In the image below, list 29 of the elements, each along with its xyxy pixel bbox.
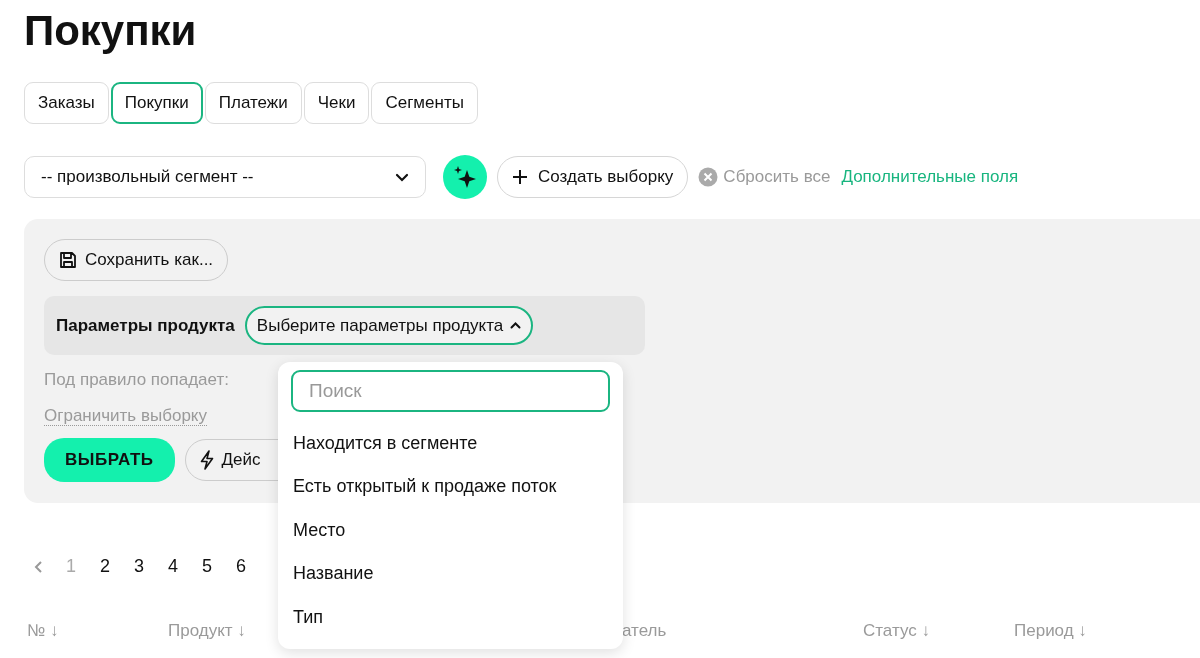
lightning-icon <box>199 449 214 470</box>
page-number[interactable]: 3 <box>134 553 145 581</box>
segment-select[interactable]: -- произвольный сегмент -- <box>24 156 426 199</box>
page-number[interactable]: 5 <box>202 553 213 581</box>
chevron-up-icon <box>510 321 522 329</box>
chevron-down-icon <box>395 172 409 182</box>
parameter-label: Параметры продукта <box>56 314 235 337</box>
parameter-select[interactable]: Выберите параметры продукта <box>244 305 534 346</box>
tab[interactable]: Сегменты <box>371 82 478 125</box>
chevron-left-icon[interactable] <box>34 559 44 574</box>
plus-icon <box>512 169 528 186</box>
tab[interactable]: Заказы <box>24 82 109 125</box>
dropdown-item[interactable]: Место <box>291 508 610 553</box>
dropdown-item[interactable]: Название <box>291 552 610 596</box>
dropdown-item[interactable]: Тип <box>291 595 610 639</box>
tab[interactable]: Платежи <box>204 82 302 125</box>
save-as-button[interactable]: Сохранить как... <box>44 239 229 281</box>
select-button[interactable]: ВЫБРАТЬ <box>44 438 175 482</box>
clear-icon <box>698 167 719 188</box>
page-number[interactable]: 4 <box>168 553 179 581</box>
page-title: Покупки <box>24 6 198 56</box>
page-number[interactable]: 2 <box>100 553 111 581</box>
search-field[interactable]: Поиск <box>291 370 610 412</box>
tab[interactable]: Чеки <box>303 82 370 125</box>
magic-button[interactable] <box>443 155 487 200</box>
page-number[interactable]: 6 <box>236 553 247 581</box>
match-label: Под правило попадает: <box>44 369 229 392</box>
tab[interactable]: Покупки <box>110 82 203 125</box>
create-selection-button[interactable]: Создать выборку <box>497 156 689 199</box>
